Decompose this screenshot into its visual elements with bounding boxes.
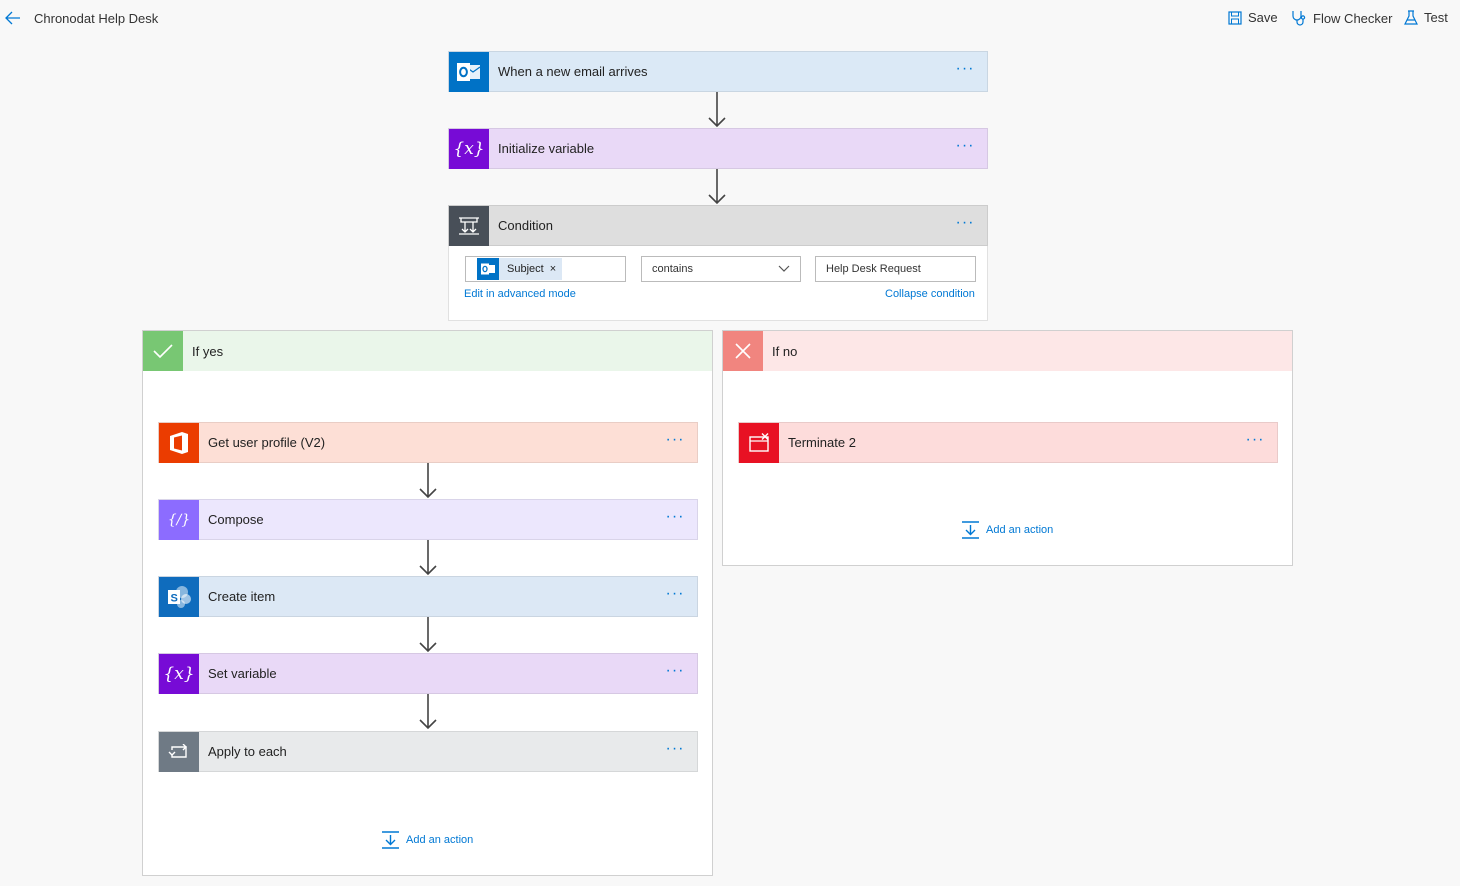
action-label: Get user profile (V2) <box>208 435 326 450</box>
add-action-button-no[interactable]: Add an action <box>961 521 1053 539</box>
terminate-card[interactable]: Terminate 2 ··· <box>738 422 1278 463</box>
edit-advanced-mode-link[interactable]: Edit in advanced mode <box>464 288 576 300</box>
subject-token[interactable]: Subject × <box>477 258 563 280</box>
add-action-icon <box>382 831 399 849</box>
svg-text:S: S <box>171 592 178 604</box>
set-variable-card[interactable]: {x} Set variable ··· <box>158 653 698 694</box>
flask-icon <box>1404 10 1418 25</box>
action-label: Set variable <box>208 666 277 681</box>
compose-icon: {∕} <box>159 499 199 540</box>
condition-operator-select[interactable]: contains <box>641 256 801 282</box>
if-yes-label: If yes <box>192 343 224 359</box>
condition-value: Help Desk Request <box>826 263 921 275</box>
condition-icon <box>449 205 489 246</box>
connector-arrow <box>419 694 437 730</box>
more-options-icon[interactable]: ··· <box>1235 431 1275 455</box>
condition-left-operand[interactable]: Subject × <box>465 256 626 282</box>
variable-icon: {x} <box>449 128 489 169</box>
checkmark-icon <box>143 331 183 371</box>
operator-value: contains <box>652 263 693 275</box>
connector-arrow <box>708 92 726 128</box>
test-label: Test <box>1424 10 1448 25</box>
more-options-icon[interactable]: ··· <box>945 60 985 84</box>
loop-icon <box>159 731 199 772</box>
get-user-profile-card[interactable]: Get user profile (V2) ··· <box>158 422 698 463</box>
more-options-icon[interactable]: ··· <box>655 740 695 764</box>
add-action-label: Add an action <box>986 524 1054 536</box>
stethoscope-icon <box>1292 11 1306 26</box>
trigger-card-new-email[interactable]: When a new email arrives ··· <box>448 51 988 92</box>
condition-right-operand[interactable]: Help Desk Request <box>815 256 976 282</box>
connector-arrow <box>419 540 437 576</box>
action-label: Terminate 2 <box>788 435 856 450</box>
action-label: Create item <box>208 589 276 604</box>
condition-editor: Subject × contains Help Desk Request Edi… <box>448 246 988 321</box>
save-button[interactable]: Save <box>1228 10 1278 25</box>
connector-arrow <box>419 617 437 653</box>
connector-arrow <box>708 169 726 205</box>
add-action-icon <box>962 521 979 539</box>
save-label: Save <box>1248 10 1278 25</box>
condition-label: Condition <box>498 218 553 233</box>
add-action-button-yes[interactable]: Add an action <box>381 831 473 849</box>
flow-checker-label: Flow Checker <box>1313 10 1393 26</box>
condition-card[interactable]: Condition ··· <box>448 205 988 246</box>
more-options-icon[interactable]: ··· <box>945 137 985 161</box>
token-label: Subject <box>507 263 544 275</box>
flow-title: Chronodat Help Desk <box>34 11 159 26</box>
apply-to-each-card[interactable]: Apply to each ··· <box>158 731 698 772</box>
back-arrow-icon[interactable] <box>4 9 22 27</box>
connector-arrow <box>419 463 437 499</box>
outlook-icon <box>477 258 499 280</box>
top-bar: Chronodat Help Desk Save Flow Checker Te… <box>0 0 1460 36</box>
action-label: Apply to each <box>208 744 287 759</box>
flow-checker-button[interactable]: Flow Checker <box>1291 10 1392 26</box>
trigger-label: When a new email arrives <box>498 64 648 79</box>
more-options-icon[interactable]: ··· <box>945 214 985 238</box>
test-button[interactable]: Test <box>1404 10 1448 25</box>
compose-card[interactable]: {∕} Compose ··· <box>158 499 698 540</box>
if-no-label: If no <box>772 343 798 359</box>
more-options-icon[interactable]: ··· <box>655 431 695 455</box>
chevron-down-icon <box>778 265 790 272</box>
close-icon <box>723 331 763 371</box>
save-icon <box>1228 10 1242 25</box>
action-label: Compose <box>208 512 264 527</box>
if-yes-header[interactable]: If yes <box>143 331 712 371</box>
sharepoint-icon: S <box>159 576 199 617</box>
more-options-icon[interactable]: ··· <box>655 508 695 532</box>
initialize-variable-card[interactable]: {x} Initialize variable ··· <box>448 128 988 169</box>
office-icon <box>159 422 199 463</box>
remove-token-icon[interactable]: × <box>550 263 556 275</box>
add-action-label: Add an action <box>406 834 474 846</box>
outlook-icon <box>449 51 489 92</box>
initialize-variable-label: Initialize variable <box>498 141 595 156</box>
more-options-icon[interactable]: ··· <box>655 662 695 686</box>
collapse-condition-link[interactable]: Collapse condition <box>885 288 975 300</box>
variable-icon: {x} <box>159 653 199 694</box>
terminate-icon <box>739 422 779 463</box>
more-options-icon[interactable]: ··· <box>655 585 695 609</box>
if-no-header[interactable]: If no <box>723 331 1292 371</box>
create-item-card[interactable]: S Create item ··· <box>158 576 698 617</box>
